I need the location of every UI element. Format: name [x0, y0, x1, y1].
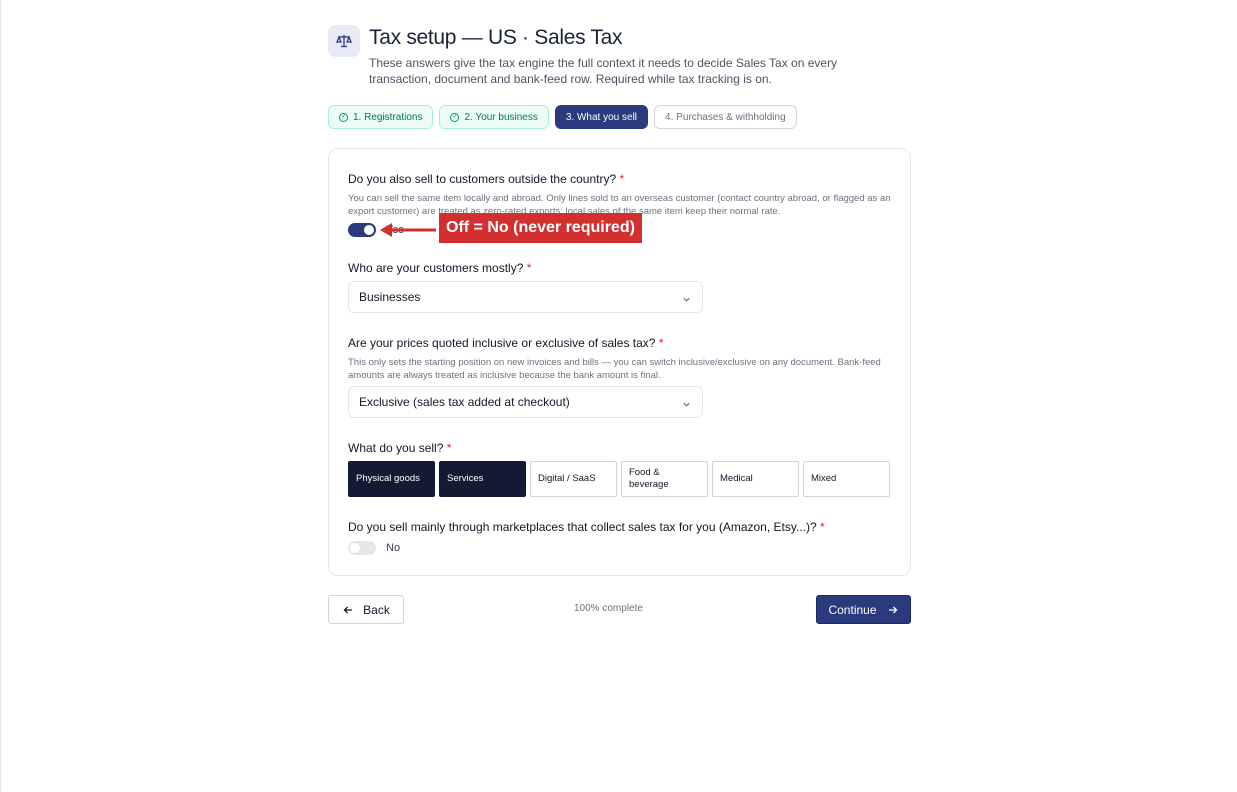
- annotation-label: Off = No (never required): [439, 213, 642, 243]
- step-what-you-sell[interactable]: 3. What you sell: [554, 105, 649, 129]
- export-question-label: Do you also sell to customers outside th…: [348, 172, 617, 186]
- toggle-knob: [364, 225, 374, 235]
- page-subtitle: These answers give the tax engine the fu…: [369, 56, 838, 86]
- option-food-beverage[interactable]: Food & beverage: [621, 461, 708, 497]
- pricing-select[interactable]: Exclusive (sales tax added at checkout): [348, 386, 703, 418]
- option-mixed[interactable]: Mixed: [803, 461, 890, 497]
- continue-button-label: Continue: [828, 602, 877, 617]
- required-mark: *: [446, 441, 452, 455]
- toggle-knob: [350, 543, 360, 553]
- back-button-label: Back: [363, 602, 390, 617]
- arrow-right-icon: [888, 606, 897, 613]
- required-mark: *: [619, 172, 625, 186]
- option-label: Services: [447, 473, 484, 484]
- scale-icon: [328, 25, 360, 57]
- export-question: Do you also sell to customers outside th…: [348, 172, 624, 186]
- what-sell-question-label: What do you sell?: [348, 441, 444, 455]
- step-registrations[interactable]: ✓ 1. Registrations: [328, 105, 434, 129]
- page-title: Tax setup — US · Sales Tax: [369, 26, 623, 49]
- option-label: Medical: [720, 473, 753, 484]
- arrow-left-icon: [343, 606, 353, 613]
- pricing-select-value: Exclusive (sales tax added at checkout): [359, 395, 570, 409]
- option-label: Digital / SaaS: [538, 473, 596, 484]
- stepper: ✓ 1. Registrations ✓ 2. Your business 3.…: [328, 105, 797, 129]
- check-circle-icon: ✓: [450, 112, 460, 122]
- marketplace-question: Do you sell mainly through marketplaces …: [348, 520, 825, 534]
- option-label: Physical goods: [356, 473, 420, 484]
- customers-select[interactable]: Businesses: [348, 281, 703, 313]
- marketplace-toggle-label: No: [386, 542, 401, 554]
- customers-question: Who are your customers mostly? *: [348, 261, 531, 275]
- option-medical[interactable]: Medical: [712, 461, 799, 497]
- option-label: Mixed: [811, 473, 837, 484]
- marketplace-question-label: Do you sell mainly through marketplaces …: [348, 520, 817, 534]
- step-your-business[interactable]: ✓ 2. Your business: [439, 105, 549, 129]
- wizard-footer: Back 100% complete Continue: [328, 595, 911, 624]
- option-label: Food & beverage: [629, 467, 669, 490]
- export-toggle[interactable]: [348, 223, 376, 237]
- what-sell-options: Physical goods Services Digital / SaaS F…: [348, 461, 890, 497]
- marketplace-toggle[interactable]: [348, 541, 376, 555]
- customers-select-value: Businesses: [359, 290, 421, 304]
- step-label: 1. Registrations: [353, 111, 423, 123]
- chevron-down-icon: [682, 398, 691, 412]
- pricing-question: Are your prices quoted inclusive or excl…: [348, 336, 664, 350]
- step-purchases-withholding[interactable]: 4. Purchases & withholding: [654, 105, 797, 129]
- option-services[interactable]: Services: [439, 461, 526, 497]
- required-mark: *: [526, 261, 532, 275]
- customers-question-label: Who are your customers mostly?: [348, 261, 524, 275]
- continue-button[interactable]: Continue: [816, 595, 911, 624]
- pricing-help-text: This only sets the starting position on …: [348, 357, 881, 381]
- step-label: 4. Purchases & withholding: [665, 111, 786, 123]
- required-mark: *: [820, 520, 825, 534]
- pricing-question-label: Are your prices quoted inclusive or excl…: [348, 336, 656, 350]
- option-digital-saas[interactable]: Digital / SaaS: [530, 461, 617, 497]
- what-sell-question: What do you sell? *: [348, 441, 451, 455]
- chevron-down-icon: [682, 293, 691, 307]
- required-mark: *: [658, 336, 664, 350]
- step-label: 2. Your business: [464, 111, 538, 123]
- back-button[interactable]: Back: [328, 595, 404, 624]
- annotation-arrow-icon: [380, 223, 436, 237]
- progress-text: 100% complete: [574, 603, 643, 614]
- step-label: 3. What you sell: [565, 111, 638, 123]
- option-physical-goods[interactable]: Physical goods: [348, 461, 435, 497]
- check-circle-icon: ✓: [339, 112, 348, 122]
